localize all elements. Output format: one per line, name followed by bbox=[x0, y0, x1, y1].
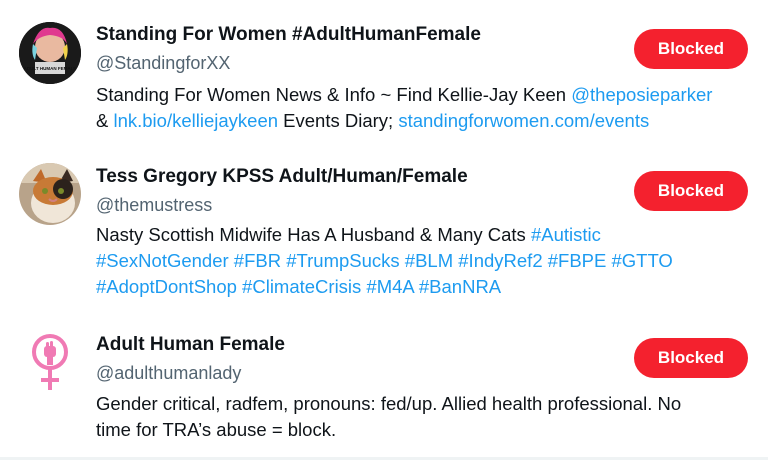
bio-text: Nasty Scottish Midwife Has A Husband & M… bbox=[96, 224, 531, 245]
blocked-button[interactable]: Blocked bbox=[634, 29, 748, 69]
bio-link[interactable]: @theposieparker bbox=[571, 84, 712, 105]
bio-text: Standing For Women News & Info ~ Find Ke… bbox=[96, 84, 572, 105]
user-handle[interactable]: @themustress bbox=[96, 193, 212, 217]
display-name[interactable]: Tess Gregory KPSS Adult/Human/Female bbox=[96, 165, 468, 189]
bio-link[interactable]: standingforwomen.com/events bbox=[398, 110, 649, 131]
display-name[interactable]: Adult Human Female bbox=[96, 333, 285, 357]
bio-link[interactable]: #SexNotGender #FBR #TrumpSucks #BLM #Ind… bbox=[96, 250, 673, 271]
bio-text: Events Diary; bbox=[278, 110, 399, 131]
user-handle[interactable]: @StandingforXX bbox=[96, 51, 230, 75]
bio: Nasty Scottish Midwife Has A Husband & M… bbox=[96, 222, 756, 300]
avatar-image bbox=[19, 163, 81, 225]
bio-link[interactable]: lnk.bio/kelliejaykeen bbox=[113, 110, 278, 131]
bio-line: & lnk.bio/kelliejaykeen Events Diary; st… bbox=[96, 108, 756, 134]
bio-line: Nasty Scottish Midwife Has A Husband & M… bbox=[96, 222, 756, 248]
bio-text: Gender critical, radfem, pronouns: fed/u… bbox=[96, 393, 682, 414]
bio-line: #AdoptDontShop #ClimateCrisis #M4A #BanN… bbox=[96, 274, 756, 300]
blocked-button[interactable]: Blocked bbox=[634, 171, 748, 211]
bio-line: Gender critical, radfem, pronouns: fed/u… bbox=[96, 391, 756, 417]
display-name[interactable]: Standing For Women #AdultHumanFemale bbox=[96, 23, 481, 47]
user-handle[interactable]: @adulthumanlady bbox=[96, 361, 241, 385]
bio: Gender critical, radfem, pronouns: fed/u… bbox=[96, 391, 756, 443]
bio-link[interactable]: #Autistic bbox=[531, 224, 601, 245]
avatar[interactable]: ADULT HUMAN FEMALE bbox=[19, 22, 81, 84]
bio-link[interactable]: #AdoptDontShop #ClimateCrisis #M4A #BanN… bbox=[96, 276, 501, 297]
bio-text: time for TRA’s abuse = block. bbox=[96, 419, 337, 440]
bio-line: #SexNotGender #FBR #TrumpSucks #BLM #Ind… bbox=[96, 248, 756, 274]
avatar-caption: ADULT HUMAN FEMALE bbox=[24, 66, 77, 71]
bio-line: Standing For Women News & Info ~ Find Ke… bbox=[96, 82, 756, 108]
bio: Standing For Women News & Info ~ Find Ke… bbox=[96, 82, 756, 134]
avatar-image: ADULT HUMAN FEMALE bbox=[19, 22, 81, 84]
bio-line: time for TRA’s abuse = block. bbox=[96, 417, 756, 443]
feminist-venus-fist-icon bbox=[32, 334, 68, 390]
bio-text: & bbox=[96, 110, 114, 131]
avatar[interactable] bbox=[19, 330, 81, 392]
avatar[interactable] bbox=[19, 163, 81, 225]
blocked-button[interactable]: Blocked bbox=[634, 338, 748, 378]
